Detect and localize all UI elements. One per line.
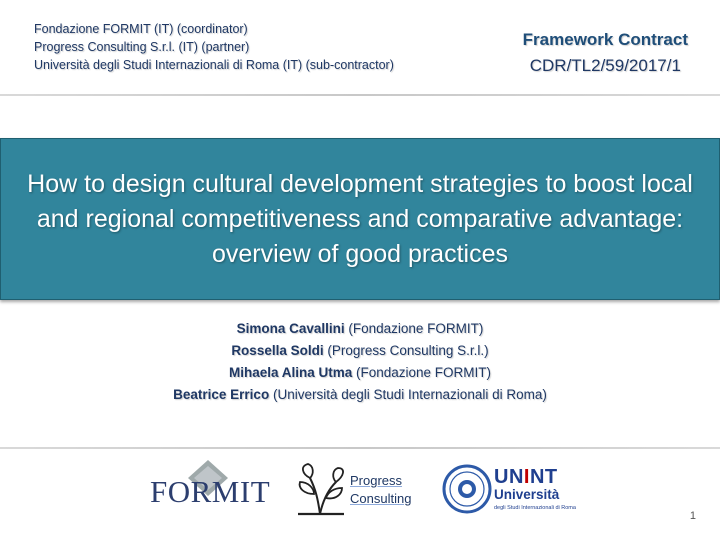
- author-line: Mihaela Alina Utma (Fondazione FORMIT): [0, 362, 720, 384]
- author-name: Mihaela Alina Utma: [228, 365, 353, 380]
- unint-logo: UNINT Università degli Studi Internazion…: [442, 460, 582, 516]
- consulting-line: Consulting: [350, 491, 412, 506]
- plant-icon: [298, 463, 344, 516]
- partner-coordinator: Fondazione FORMIT (IT) (coordinator): [34, 22, 248, 36]
- unint-universita: Università: [494, 487, 560, 502]
- author-list: Simona Cavallini (Fondazione FORMIT) Ros…: [0, 318, 720, 406]
- partner-list: Fondazione FORMIT (IT) (coordinator) Pro…: [34, 20, 394, 74]
- unint-acronym: UNINT: [494, 466, 558, 489]
- partner-subcontractor: Università degli Studi Internazionali di…: [34, 58, 394, 72]
- author-name: Simona Cavallini: [236, 321, 345, 336]
- bottom-divider: [0, 447, 720, 449]
- author-line: Simona Cavallini (Fondazione FORMIT): [0, 318, 720, 340]
- author-affiliation: (Fondazione FORMIT): [348, 321, 484, 336]
- progress-line: Progress: [350, 473, 403, 488]
- title-banner: How to design cultural development strat…: [0, 138, 720, 300]
- slide-title: How to design cultural development strat…: [27, 169, 693, 268]
- university-seal-icon: [442, 464, 492, 514]
- partner-partner: Progress Consulting S.r.l. (IT) (partner…: [34, 40, 250, 54]
- unint-subtitle: degli Studi Internazionali di Roma: [494, 505, 576, 511]
- contract-info: Framework Contract CDR/TL2/59/2017/1: [523, 27, 688, 79]
- formit-logo: FORMIT: [150, 458, 270, 510]
- author-affiliation: (Progress Consulting S.r.l.): [327, 343, 489, 358]
- author-name: Beatrice Errico: [173, 387, 270, 402]
- progress-consulting-logo: Progress Consulting: [290, 460, 430, 516]
- author-affiliation: (Fondazione FORMIT): [356, 365, 492, 380]
- contract-label: Framework Contract: [522, 30, 688, 49]
- author-affiliation: (Università degli Studi Internazionali d…: [272, 387, 547, 402]
- top-divider: [0, 94, 720, 96]
- formit-wordmark: FORMIT: [150, 474, 271, 509]
- page-number: 1: [689, 510, 696, 522]
- progress-consulting-wordmark: Progress Consulting: [350, 472, 411, 508]
- unint-acronym-text: UNINT: [494, 466, 558, 488]
- author-line: Rossella Soldi (Progress Consulting S.r.…: [0, 340, 720, 362]
- author-line: Beatrice Errico (Università degli Studi …: [0, 384, 720, 406]
- author-name: Rossella Soldi: [231, 343, 324, 358]
- contract-code: CDR/TL2/59/2017/1: [529, 56, 681, 75]
